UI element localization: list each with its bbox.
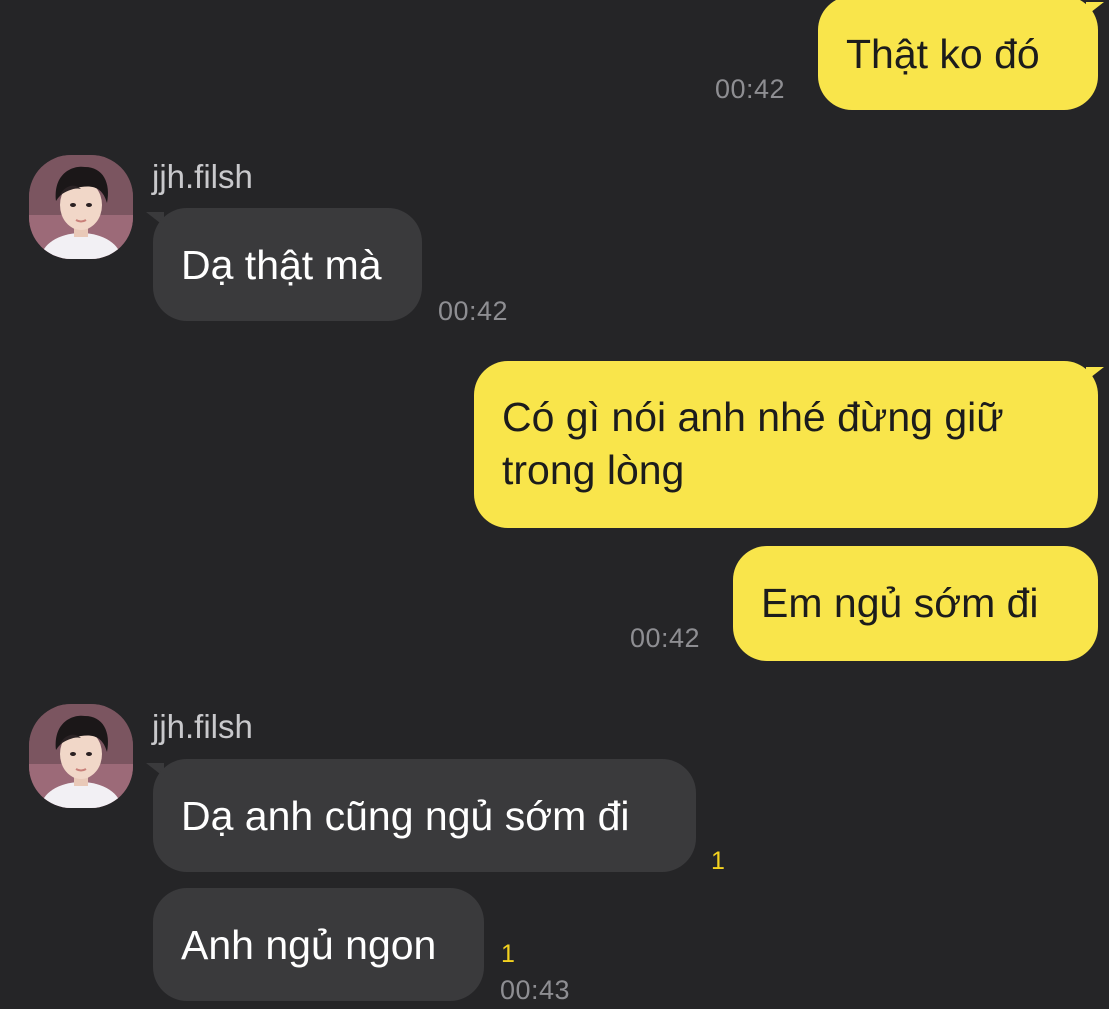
outgoing-message-bubble[interactable]: Có gì nói anh nhé đừng giữ trong lòng [474, 361, 1098, 528]
outgoing-message-bubble[interactable]: Thật ko đó [818, 0, 1098, 110]
sender-name: jjh.filsh [152, 708, 253, 745]
unread-count: 1 [501, 940, 515, 968]
avatar-photo-icon [29, 704, 133, 808]
sender-avatar[interactable] [29, 704, 133, 808]
avatar-photo-icon [29, 155, 133, 259]
outgoing-message-bubble[interactable]: Em ngủ sớm đi [733, 546, 1098, 661]
incoming-message-bubble[interactable]: Anh ngủ ngon [153, 888, 484, 1001]
message-timestamp: 00:43 [500, 975, 571, 1005]
sender-name: jjh.filsh [152, 158, 253, 195]
incoming-message-bubble[interactable]: Dạ thật mà [153, 208, 422, 321]
message-timestamp: 00:42 [630, 623, 701, 653]
message-timestamp: 00:42 [438, 296, 509, 326]
incoming-message-bubble[interactable]: Dạ anh cũng ngủ sớm đi [153, 759, 696, 872]
unread-count: 1 [711, 847, 725, 875]
chat-message-list[interactable]: Thật ko đó 00:42 jjh.filsh Dạ thật mà 00… [0, 0, 1109, 1009]
message-timestamp: 00:42 [715, 74, 786, 104]
sender-avatar[interactable] [29, 155, 133, 259]
